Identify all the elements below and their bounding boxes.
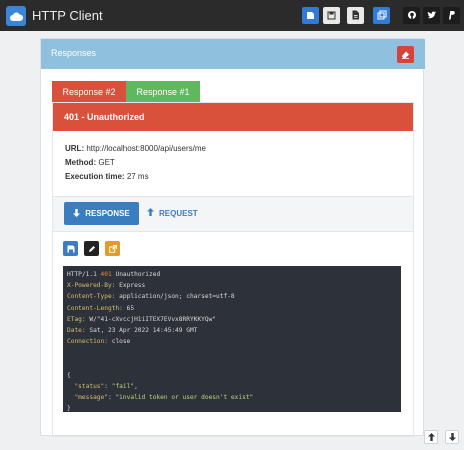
json-brace: {: [67, 371, 71, 379]
eraser-icon: [401, 46, 410, 64]
response-view-label: RESPONSE: [85, 209, 130, 218]
edit-response-button[interactable]: [84, 241, 99, 256]
scroll-up-button[interactable]: [424, 430, 438, 444]
json-line: "status": "fail",: [74, 382, 138, 390]
url-label: URL:: [65, 144, 85, 153]
method-value: GET: [98, 158, 115, 167]
cloud-icon: [6, 6, 26, 26]
disk-icon: [327, 7, 336, 25]
paypal-icon: [447, 7, 456, 25]
header-line: ETag: W/"41-cXvccjH1iITEX7EVvx8RRYKKYQw": [67, 315, 217, 323]
url-value: http://localhost:8000/api/users/me: [86, 144, 206, 153]
url-row: URL: http://localhost:8000/api/users/me: [65, 144, 206, 153]
arrow-up-icon: [147, 208, 154, 218]
header-line: Content-Length: 65: [67, 304, 135, 312]
edit-icon: [88, 240, 96, 258]
tab-response-1[interactable]: Response #1: [126, 81, 200, 102]
header-line: Connection: close: [67, 338, 131, 346]
github-button[interactable]: [403, 7, 420, 24]
request-view-link[interactable]: REQUEST: [147, 208, 198, 218]
panel-header: Responses: [41, 39, 425, 69]
status-line: HTTP/1.1 401 Unauthorized: [67, 271, 161, 278]
header-line: X-Powered-By: Express: [67, 282, 146, 290]
json-line: "message": "invalid token or user doesn'…: [74, 394, 254, 402]
arrow-down-icon: [448, 428, 456, 446]
status-text: 401 - Unauthorized: [64, 112, 145, 122]
app-title: HTTP Client: [32, 8, 103, 23]
open-external-button[interactable]: [105, 241, 120, 256]
document-icon: [351, 7, 360, 25]
twitter-button[interactable]: [423, 7, 440, 24]
floppy-icon: [67, 240, 75, 258]
method-label: Method:: [65, 158, 97, 167]
copy-button[interactable]: [373, 7, 390, 24]
json-brace: }: [67, 405, 71, 413]
external-link-icon: [108, 240, 117, 258]
tab-response-2[interactable]: Response #2: [52, 81, 126, 102]
scroll-down-button[interactable]: [445, 430, 459, 444]
save-button[interactable]: [302, 7, 319, 24]
divider: [53, 231, 413, 232]
header-line: Date: Sat, 23 Apr 2022 14:45:49 GMT: [67, 326, 198, 334]
save-icon: [306, 7, 315, 25]
status-bar: 401 - Unauthorized: [53, 103, 413, 131]
clear-responses-button[interactable]: [397, 46, 414, 63]
method-row: Method: GET: [65, 158, 115, 167]
arrow-up-icon: [427, 428, 435, 446]
arrow-down-icon: [73, 208, 81, 219]
time-label: Execution time:: [65, 172, 125, 181]
twitter-icon: [427, 7, 437, 25]
raw-response-code: HTTP/1.1 401 Unauthorized X-Powered-By: …: [63, 266, 401, 412]
open-file-button[interactable]: [347, 7, 364, 24]
save-as-button[interactable]: [323, 7, 340, 24]
github-icon: [407, 7, 417, 25]
save-response-button[interactable]: [63, 241, 78, 256]
request-view-label: REQUEST: [159, 208, 198, 218]
response-view-button[interactable]: RESPONSE: [64, 202, 139, 225]
view-toggle-bar: RESPONSE REQUEST: [53, 197, 413, 231]
time-value: 27 ms: [126, 172, 149, 181]
panel-title: Responses: [51, 48, 97, 58]
header-line: Content-Type: application/json; charset=…: [67, 293, 235, 301]
paypal-button[interactable]: [443, 7, 460, 24]
copy-icon: [377, 7, 387, 25]
time-row: Execution time: 27 ms: [65, 172, 149, 181]
top-bar: HTTP Client: [0, 0, 464, 31]
